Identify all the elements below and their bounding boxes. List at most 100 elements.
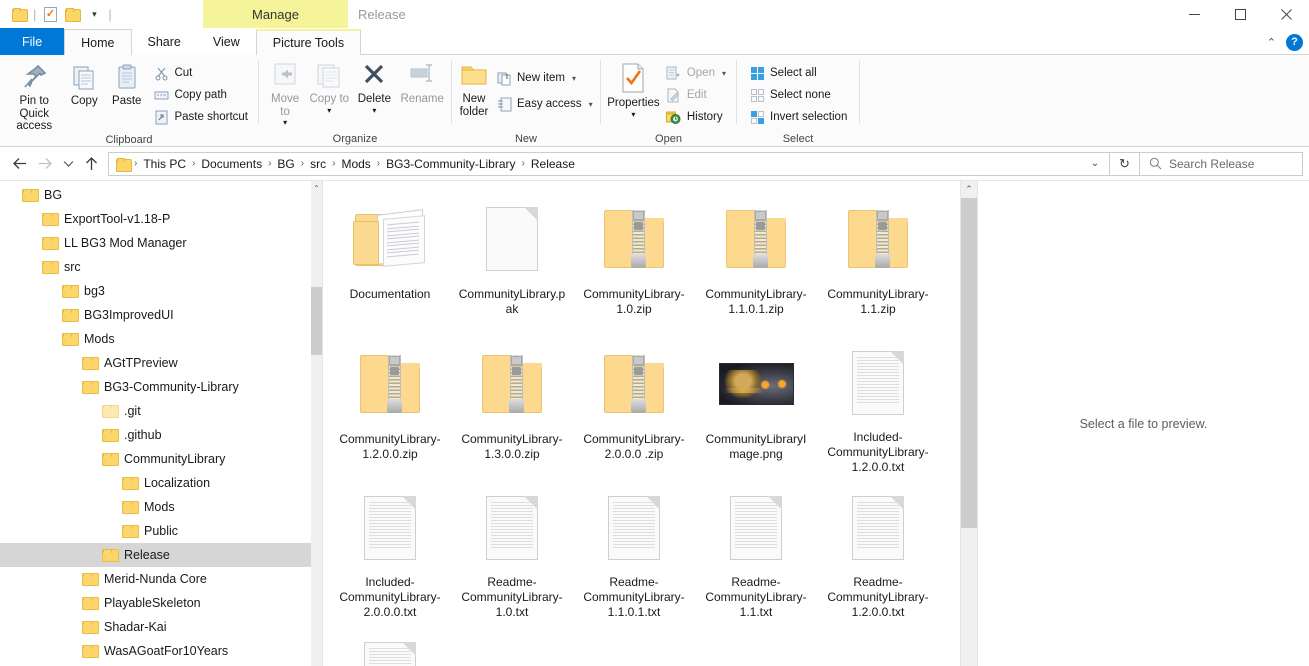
tree-item-label: PlayableSkeleton — [104, 596, 201, 610]
tree-item-localization[interactable]: Localization — [0, 471, 322, 495]
copy-to-caret-icon[interactable]: ▾ — [327, 106, 331, 114]
maximize-icon[interactable] — [1217, 0, 1263, 28]
tab-file[interactable]: File — [0, 28, 65, 55]
breadcrumb-item-bg[interactable]: BG — [272, 157, 299, 171]
tree-item-wasagoatfor10years[interactable]: WasAGoatFor10Years — [0, 639, 322, 663]
customize-caret-icon[interactable]: ▾ — [83, 3, 105, 25]
file-item[interactable]: Included-CommunityLibrary-2.0.0.0.txt — [329, 475, 451, 620]
file-item[interactable]: CommunityLibrary-1.2.0.0.zip — [329, 330, 451, 475]
nav-scroll-up-icon[interactable]: ⌃ — [311, 181, 322, 195]
breadcrumb-item-release[interactable]: Release — [526, 157, 580, 171]
tree-item-shadar-kai[interactable]: Shadar-Kai — [0, 615, 322, 639]
file-scrollbar[interactable]: ⌃ — [960, 181, 977, 666]
delete-button[interactable]: Delete ▾ — [353, 59, 395, 114]
close-icon[interactable] — [1263, 0, 1309, 28]
tab-home[interactable]: Home — [64, 29, 132, 55]
breadcrumb-item-mods[interactable]: Mods — [336, 157, 375, 171]
up-arrow-icon[interactable] — [78, 151, 104, 177]
file-item[interactable]: Readme-CommunityLibrary-1.1.0.1.txt — [573, 475, 695, 620]
file-item[interactable]: CommunityLibrary-1.3.0.0.zip — [451, 330, 573, 475]
tree-item-mods[interactable]: Mods — [0, 327, 322, 351]
pin-to-quick-access-button[interactable]: Pin to Quick access — [6, 59, 63, 133]
file-item[interactable]: Documentation — [329, 185, 451, 330]
file-item[interactable]: Readme-CommunityLibrary-1.1.txt — [695, 475, 817, 620]
tree-item-src[interactable]: src — [0, 255, 322, 279]
edit-button[interactable]: Edit — [662, 84, 730, 106]
tree-item-github[interactable]: .github — [0, 423, 322, 447]
easy-access-button[interactable]: Easy access ▾ — [492, 91, 597, 117]
file-item[interactable]: CommunityLibrary-1.0.zip — [573, 185, 695, 330]
breadcrumb-item-src[interactable]: src — [305, 157, 331, 171]
file-item[interactable]: CommunityLibrary-1.1.0.1.zip — [695, 185, 817, 330]
tree-item-mods[interactable]: Mods — [0, 495, 322, 519]
open-button[interactable]: Open ▾ — [662, 62, 730, 84]
file-scroll-thumb[interactable] — [961, 198, 977, 528]
copy-to-button[interactable]: Copy to ▾ — [309, 59, 349, 114]
back-arrow-icon[interactable] — [6, 151, 32, 177]
forward-arrow-icon[interactable] — [32, 151, 58, 177]
properties-icon[interactable]: ✓ — [39, 3, 61, 25]
nav-scrollbar[interactable]: ⌃ — [311, 181, 322, 666]
cut-button[interactable]: Cut — [149, 62, 252, 84]
select-none-button[interactable]: Select none — [745, 84, 851, 106]
tree-item-merid-nunda-core[interactable]: Merid-Nunda Core — [0, 567, 322, 591]
tree-item-agttpreview[interactable]: AGtTPreview — [0, 351, 322, 375]
tree-item-bg3-community-library[interactable]: BG3-Community-Library — [0, 375, 322, 399]
tree-item-git[interactable]: .git — [0, 399, 322, 423]
tree-item-bg3[interactable]: bg3 — [0, 279, 322, 303]
history-button[interactable]: History — [662, 106, 730, 128]
move-to-caret-icon[interactable]: ▾ — [283, 119, 287, 127]
file-item[interactable]: CommunityLibrary-2.0.0.0 .zip — [573, 330, 695, 475]
breadcrumb[interactable]: › This PC › Documents › BG › src › Mods … — [108, 151, 1110, 176]
search-input[interactable]: Search Release — [1140, 151, 1303, 176]
rename-button[interactable]: Rename — [399, 59, 445, 106]
properties-button[interactable]: Properties ▾ — [607, 59, 660, 118]
file-item[interactable]: Included-CommunityLibrary-1.2.0.0.txt — [817, 330, 939, 475]
copy-path-button[interactable]: Copy path — [149, 84, 252, 106]
tree-item-bg[interactable]: BG — [0, 183, 322, 207]
tree-item-ll-bg3-mod-manager[interactable]: LL BG3 Mod Manager — [0, 231, 322, 255]
tree-item-bg3improvedui[interactable]: BG3ImprovedUI — [0, 303, 322, 327]
paste-button[interactable]: Paste — [106, 59, 147, 108]
delete-caret-icon[interactable]: ▾ — [372, 106, 376, 114]
tab-view[interactable]: View — [197, 29, 256, 55]
chevron-up-icon[interactable]: ⌃ — [1267, 36, 1276, 49]
minimize-icon[interactable] — [1171, 0, 1217, 28]
file-item[interactable]: Readme-CommunityLibrary-1.0.txt — [451, 475, 573, 620]
tree-item-public[interactable]: Public — [0, 519, 322, 543]
tab-share[interactable]: Share — [132, 29, 197, 55]
properties-caret-icon[interactable]: ▾ — [631, 110, 635, 118]
tree-item-playableskeleton[interactable]: PlayableSkeleton — [0, 591, 322, 615]
file-item[interactable] — [329, 620, 451, 666]
tree-item-exporttool-v1-18-p[interactable]: ExportTool-v1.18-P — [0, 207, 322, 231]
paste-shortcut-button[interactable]: Paste shortcut — [149, 106, 252, 128]
new-item-caret-icon[interactable]: ▾ — [572, 74, 576, 83]
file-scroll-up-icon[interactable]: ⌃ — [961, 181, 977, 198]
tree-item-release[interactable]: Release — [0, 543, 322, 567]
tab-picture-tools[interactable]: Picture Tools — [255, 29, 362, 55]
file-item[interactable]: CommunityLibrary-1.1.zip — [817, 185, 939, 330]
new-folder-icon[interactable] — [61, 3, 83, 25]
file-item[interactable]: CommunityLibraryImage.png — [695, 330, 817, 475]
address-chevron-down-icon[interactable]: ⌄ — [1085, 158, 1105, 169]
new-item-button[interactable]: New item ▾ — [492, 65, 597, 91]
invert-selection-button[interactable]: Invert selection — [745, 106, 851, 128]
help-icon[interactable]: ? — [1286, 33, 1303, 51]
easy-access-caret-icon[interactable]: ▾ — [589, 100, 593, 109]
copy-button[interactable]: Copy — [65, 59, 105, 108]
file-item[interactable]: Readme-CommunityLibrary-1.2.0.0.txt — [817, 475, 939, 620]
open-caret-icon[interactable]: ▾ — [722, 69, 726, 78]
breadcrumb-item-documents[interactable]: Documents — [196, 157, 267, 171]
folder-icon[interactable] — [8, 3, 30, 25]
file-item[interactable]: CommunityLibrary.pak — [451, 185, 573, 330]
tree-item-communitylibrary[interactable]: CommunityLibrary — [0, 447, 322, 471]
file-list-pane[interactable]: Documentation CommunityLibrary.pak Communi… — [323, 181, 977, 666]
nav-scroll-thumb[interactable] — [311, 287, 322, 355]
refresh-icon[interactable]: ↻ — [1110, 151, 1140, 176]
new-folder-button[interactable]: New folder — [458, 59, 490, 118]
breadcrumb-item-bg3-community-library[interactable]: BG3-Community-Library — [381, 157, 520, 171]
move-to-button[interactable]: Move to ▾ — [265, 59, 305, 127]
select-all-button[interactable]: Select all — [745, 62, 851, 84]
recent-locations-chevron-down-icon[interactable] — [58, 151, 78, 177]
breadcrumb-item-this-pc[interactable]: This PC — [138, 157, 191, 171]
